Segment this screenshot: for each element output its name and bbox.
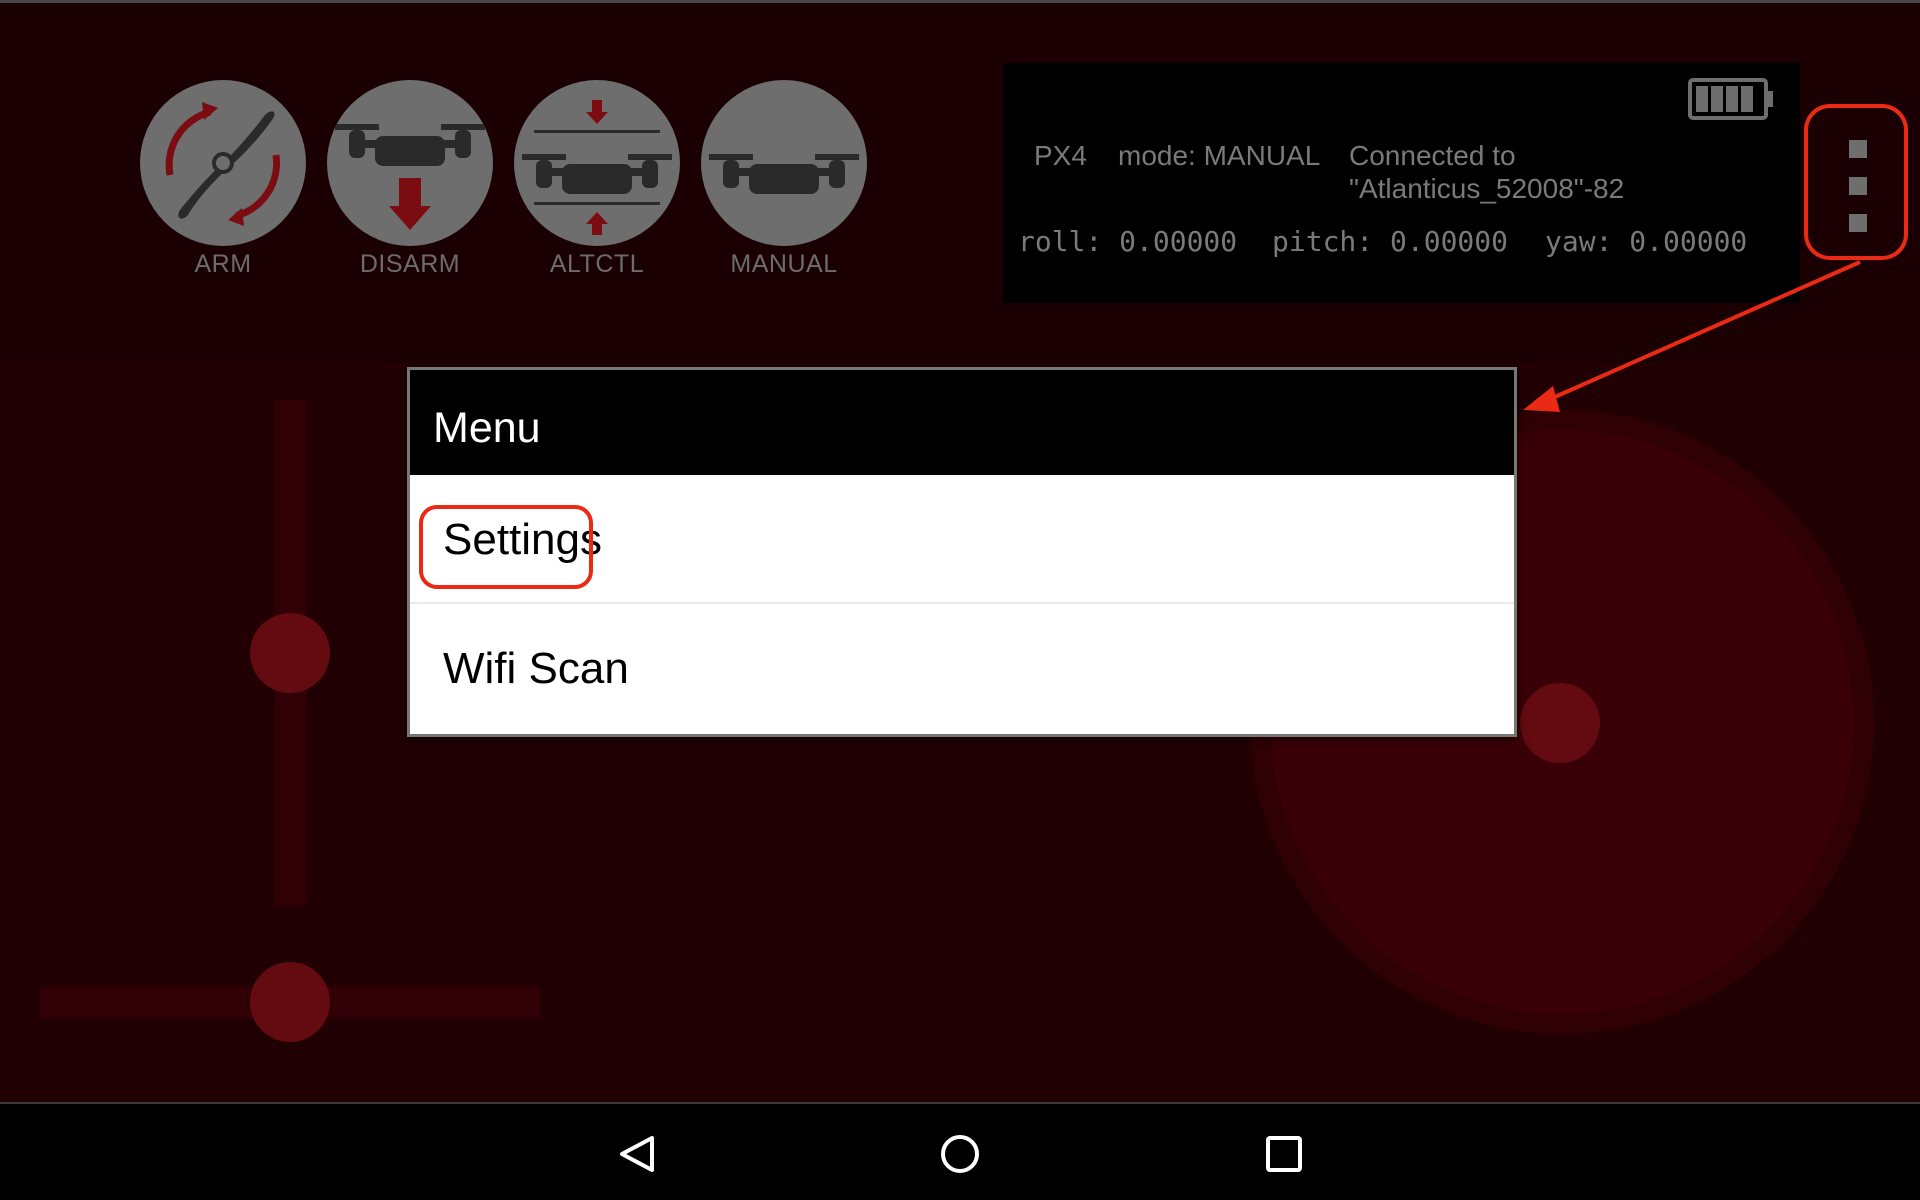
manual-button[interactable]: MANUAL [699,78,869,288]
altctl-label: ALTCTL [549,250,645,278]
recents-square-icon[interactable] [1262,1132,1306,1176]
menu-item-wifi-scan[interactable]: Wifi Scan [410,604,1514,734]
drone-altitude-icon [514,80,680,246]
connection-ssid: "Atlanticus_52008"-82 [1349,173,1625,204]
arm-button[interactable]: ARM [138,78,308,288]
flight-mode: mode: MANUAL [1118,140,1321,171]
yaw-readout: yaw: 0.00000 [1545,225,1748,258]
yaw-knob[interactable] [250,962,330,1042]
pitch-readout: pitch: 0.00000 [1272,225,1509,258]
disarm-button[interactable]: DISARM [325,78,495,288]
menu-header: Menu [410,370,1514,475]
drone-land-icon [327,80,493,246]
joystick-knob[interactable] [1520,683,1600,763]
drone-manual-icon [701,80,867,246]
overflow-menu-button[interactable] [1804,104,1908,260]
arm-label: ARM [194,250,252,278]
wifi-scan-label: Wifi Scan [443,644,629,693]
navigation-bar [0,1102,1920,1200]
menu-title: Menu [433,404,541,452]
manual-label: MANUAL [730,250,838,278]
back-triangle-icon[interactable] [614,1132,658,1176]
settings-highlight [419,505,593,589]
connection-status: Connected to [1349,140,1516,171]
propeller-arm-icon [140,80,306,246]
disarm-label: DISARM [359,250,461,278]
roll-readout: roll: 0.00000 [1018,225,1238,258]
menu-dialog: Menu Settings Wifi Scan [407,367,1517,737]
vehicle-type: PX4 [1034,140,1087,171]
status-panel: PX4 mode: MANUAL Connected to "Atlanticu… [1003,63,1800,303]
home-circle-icon[interactable] [938,1132,982,1176]
altctl-button[interactable]: ALTCTL [512,78,682,288]
battery-full-icon [1688,78,1773,120]
throttle-knob[interactable] [250,613,330,693]
